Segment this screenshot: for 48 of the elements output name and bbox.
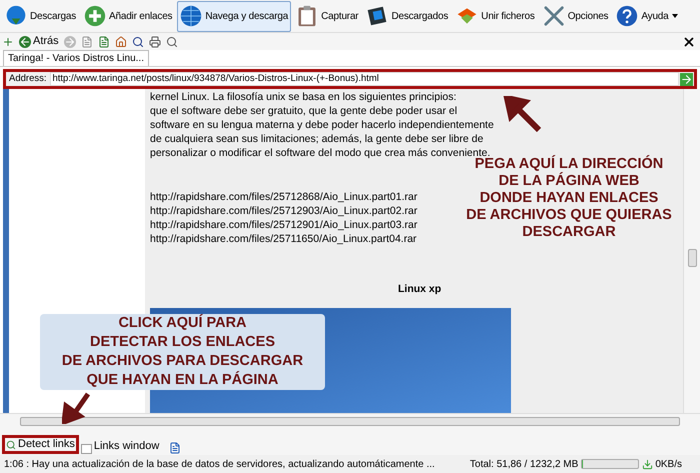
download-speed: 0KB/s xyxy=(655,458,682,472)
vertical-scrollbar[interactable] xyxy=(683,89,700,413)
download-link[interactable]: http://rapidshare.com/files/25711650/Aio_Linux.part04.rar xyxy=(150,232,417,246)
total-size: Total: 51,86 / 1232,2 MB xyxy=(470,458,578,472)
scroll-thumb[interactable] xyxy=(688,249,696,267)
preview-icon[interactable] xyxy=(166,36,178,48)
detect-links-button[interactable]: Detect links xyxy=(2,435,79,454)
page-paragraph: kernel Linux. La filosofía unix se basa en los siguientes principios: que el software debe ser gratuito, que la gente debe poder usar el software en su lengua materna y debe poder hacerlo independientemente de cualquiera sean sus limitaciones; además, la gente debe ser libre de personalizar o modificar el software del modo que crea más conveniente. xyxy=(150,90,494,159)
globe-download-icon xyxy=(5,5,27,27)
caret-icon xyxy=(672,14,678,18)
toolbar-button[interactable]: Descargados xyxy=(363,0,452,32)
arrow-annotation xyxy=(62,392,92,424)
links-window-label[interactable]: Links window xyxy=(94,438,160,454)
clipboard-icon xyxy=(296,5,318,27)
toolbar-button[interactable]: Añadir enlaces xyxy=(81,0,176,32)
address-field[interactable]: http://www.taringa.net/posts/linux/934878/Varios-Distros-Linux-(+-Bonus).html xyxy=(50,72,679,86)
image-caption: Linux xp xyxy=(398,282,442,296)
globe-icon xyxy=(180,5,202,27)
annotation-text: CLICK AQUÍ PARA DETECTAR LOS ENLACES DE ARCHIVOS PARA DESCARGAR QUE HAYAN EN LA PÁGINA xyxy=(40,314,325,390)
browser-tab[interactable]: Taringa! - Varios Distros Linu... xyxy=(3,50,149,66)
download-link[interactable]: http://rapidshare.com/files/25712901/Aio_Linux.part03.rar xyxy=(150,218,418,232)
toolbar-button[interactable]: Opciones xyxy=(540,0,612,32)
toolbar-button[interactable]: Descargas xyxy=(2,0,79,32)
add-page-icon[interactable] xyxy=(2,36,14,48)
home-icon[interactable] xyxy=(114,36,127,48)
toolbar-button[interactable]: Ayuda xyxy=(613,0,681,32)
find-icon[interactable] xyxy=(132,36,144,48)
help-icon xyxy=(616,5,638,27)
document-icon[interactable] xyxy=(169,442,182,454)
address-label: Address: xyxy=(8,72,48,86)
links-window-checkbox[interactable] xyxy=(80,444,92,454)
go-icon[interactable] xyxy=(680,72,693,86)
status-message: 1:06 : Hay una actualización de la base de datos de servidores, actualizando automáticamente ... xyxy=(4,458,435,472)
toolbar-button[interactable]: Navega y descarga xyxy=(177,0,292,32)
plus-icon xyxy=(84,5,106,27)
download-arrow-icon xyxy=(642,458,654,470)
download-link[interactable]: http://rapidshare.com/files/25712903/Aio_Linux.part02.rar xyxy=(150,204,418,218)
download-link[interactable]: http://rapidshare.com/files/25712868/Aio_Linux.part01.rar xyxy=(150,190,418,204)
search-icon xyxy=(6,440,16,450)
horizontal-scrollbar[interactable] xyxy=(0,413,700,428)
arrow-annotation xyxy=(503,96,543,132)
close-icon[interactable] xyxy=(682,34,696,48)
toolbar-button[interactable]: Capturar xyxy=(293,0,362,32)
scroll-thumb[interactable] xyxy=(20,416,680,426)
box-icon xyxy=(366,5,388,27)
print-icon[interactable] xyxy=(148,36,161,48)
back-button[interactable]: Atrás xyxy=(19,33,59,50)
toolbar-button[interactable]: Unir ficheros xyxy=(453,0,538,32)
